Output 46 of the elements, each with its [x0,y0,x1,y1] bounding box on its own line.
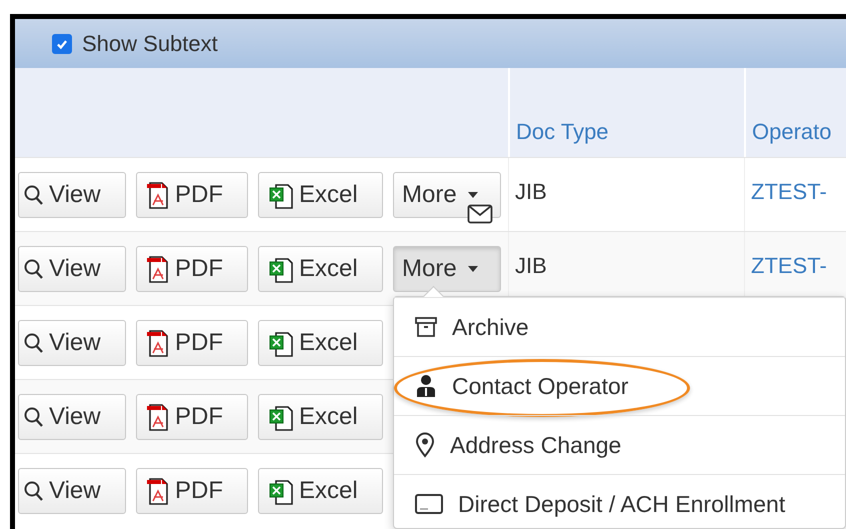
excel-button[interactable]: Excel [258,320,383,366]
pdf-file-icon [145,180,171,210]
more-dropdown-button[interactable]: More [393,246,501,292]
view-button[interactable]: View [18,246,126,292]
excel-button[interactable]: Excel [258,468,383,514]
view-button[interactable]: View [18,468,126,514]
search-icon [23,478,45,502]
card-icon [414,493,444,515]
view-button[interactable]: View [18,320,126,366]
pdf-file-icon [145,328,171,358]
envelope-icon [467,204,493,224]
pdf-file-icon [145,402,171,432]
column-header[interactable]: Operato [752,119,832,145]
pdf-file-icon [145,254,171,284]
caret-icon [466,264,479,272]
excel-button[interactable]: Excel [258,394,383,440]
excel-button[interactable]: Excel [258,172,383,218]
search-icon [23,330,45,354]
menu-item[interactable]: Address Change [394,415,845,474]
pdf-button[interactable]: PDF [136,394,248,440]
person-icon [414,374,438,398]
menu-item[interactable]: Contact Operator [394,356,845,415]
operator-link[interactable]: ZTEST- [751,252,827,278]
search-icon [23,182,45,206]
view-button[interactable]: View [18,394,126,440]
show-subtext-checkbox[interactable] [52,34,72,54]
doc-type-cell: JIB [515,252,547,278]
operator-link[interactable]: ZTEST- [751,178,827,204]
location-pin-icon [414,432,436,458]
pdf-button[interactable]: PDF [136,172,248,218]
doc-type-cell: JIB [515,178,547,204]
caret-icon [466,190,479,198]
column-header[interactable]: Doc Type [516,119,609,145]
menu-item[interactable]: Direct Deposit / ACH Enrollment [394,474,845,529]
menu-item[interactable]: Archive [394,297,845,356]
excel-button[interactable]: Excel [258,246,383,292]
search-icon [23,256,45,280]
pdf-button[interactable]: PDF [136,320,248,366]
show-subtext-label: Show Subtext [82,30,218,56]
view-button[interactable]: View [18,172,126,218]
pdf-button[interactable]: PDF [136,468,248,514]
archive-box-icon [414,316,438,338]
pdf-file-icon [145,476,171,506]
more-dropdown-button[interactable]: More [393,172,501,218]
pdf-button[interactable]: PDF [136,246,248,292]
search-icon [23,404,45,428]
